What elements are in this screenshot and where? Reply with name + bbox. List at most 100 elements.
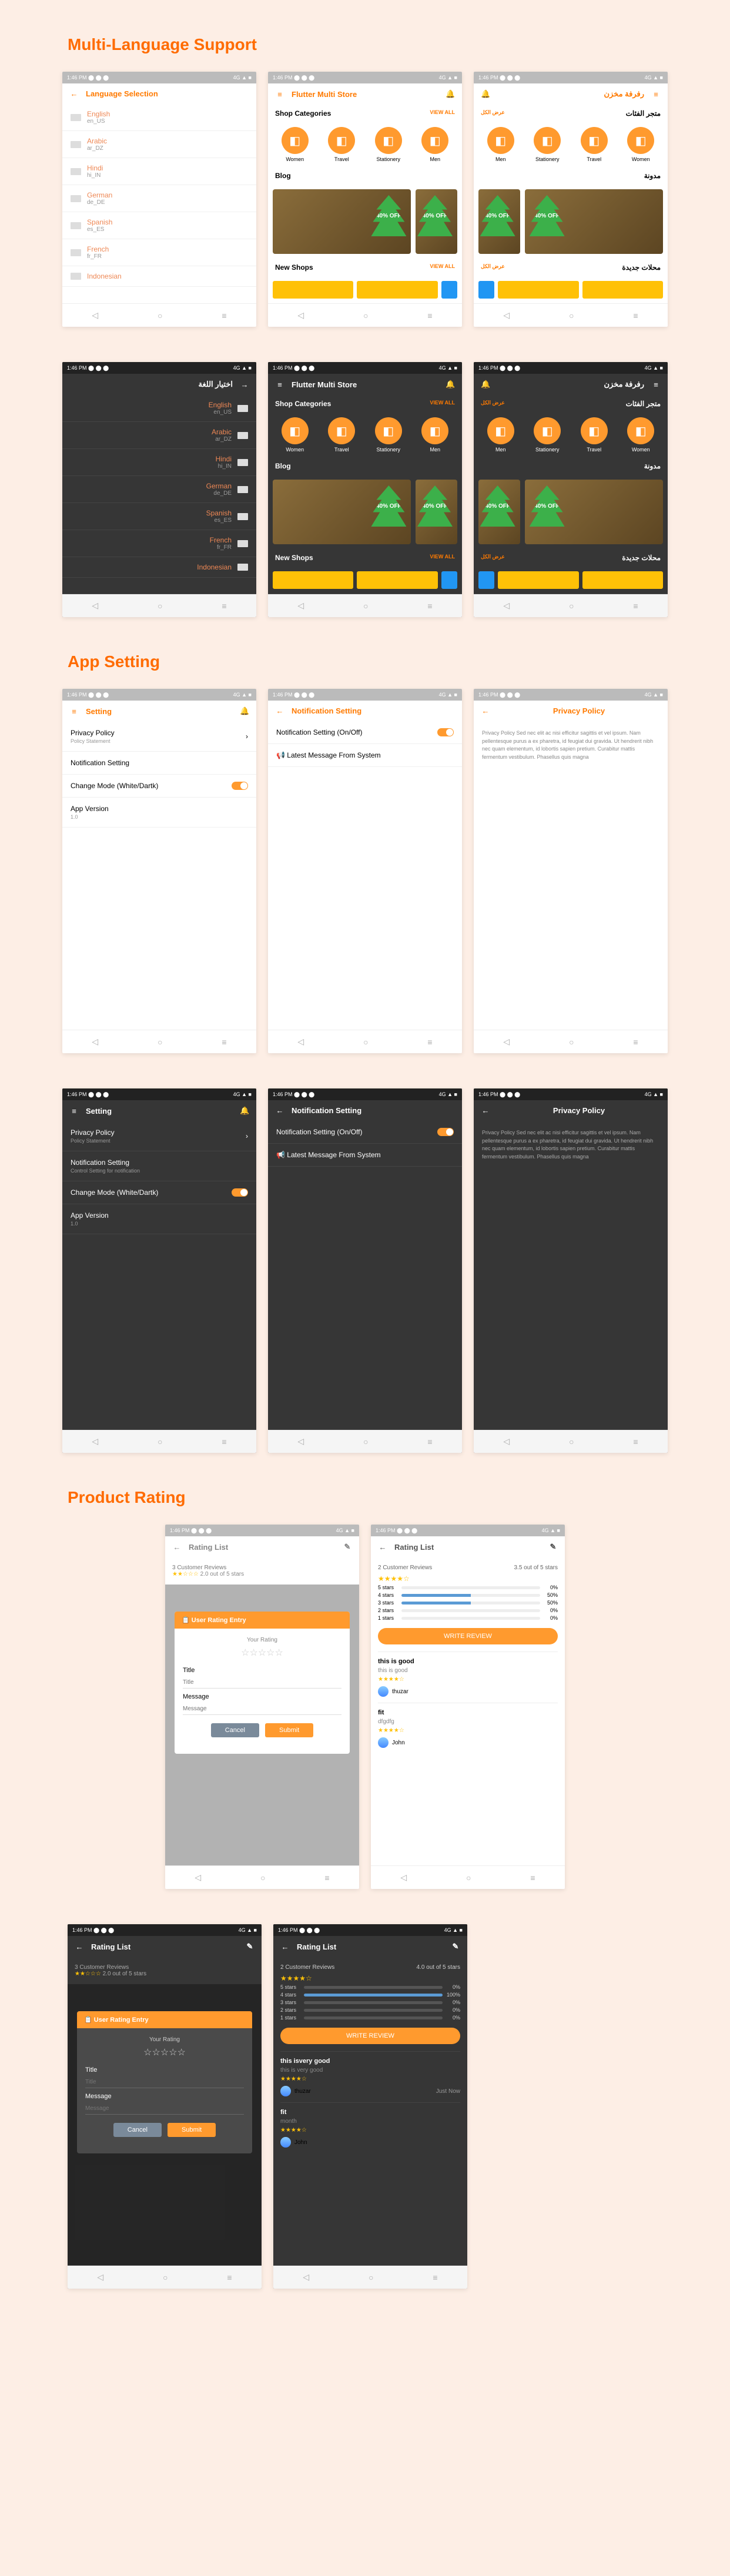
- review-item: fitdfgdfg★★★★☆John: [378, 1703, 558, 1754]
- phone-rating-list-light: 1:46 PM ⬤ ⬤ ⬤4G ▲ ■ ←Rating List✎ 2 Cust…: [371, 1525, 565, 1889]
- category-icon: ◧: [375, 417, 402, 444]
- lang-item[interactable]: Arabicar_DZ: [62, 131, 256, 158]
- category-item[interactable]: ◧Women: [627, 417, 654, 453]
- lang-item[interactable]: Hindihi_IN: [62, 449, 256, 476]
- lang-item[interactable]: Spanishes_ES: [62, 212, 256, 239]
- nav-menu[interactable]: ≡: [222, 311, 226, 320]
- nav-back[interactable]: ◁: [92, 310, 98, 320]
- phone-rating-dialog-light: 1:46 PM ⬤ ⬤ ⬤4G ▲ ■ ←Rating List✎ 3 Cust…: [165, 1525, 359, 1889]
- menu-icon[interactable]: ≡: [651, 90, 661, 99]
- category-item[interactable]: ◧Stationery: [534, 127, 561, 162]
- flag-icon: [237, 540, 248, 547]
- category-item[interactable]: ◧Women: [282, 127, 309, 162]
- lang-item[interactable]: Indonesian: [62, 557, 256, 578]
- lang-list: Englishen_USArabicar_DZHindihi_INGermand…: [62, 104, 256, 287]
- avatar: [280, 2137, 291, 2148]
- lang-item[interactable]: Frenchfr_FR: [62, 530, 256, 557]
- category-item[interactable]: ◧Men: [487, 417, 514, 453]
- category-icon: ◧: [581, 127, 608, 154]
- phone-store-dark-rtl: 1:46 PM ⬤ ⬤ ⬤4G ▲ ■ ≡رفرفة مخزن🔔 متجر ال…: [474, 362, 668, 617]
- bell-icon[interactable]: 🔔: [446, 89, 455, 99]
- lang-item[interactable]: Germande_DE: [62, 185, 256, 212]
- avatar: [280, 2086, 291, 2096]
- category-icon: ◧: [487, 127, 514, 154]
- phone-store-dark: 1:46 PM ⬤ ⬤ ⬤4G ▲ ■ ≡Flutter Multi Store…: [268, 362, 462, 617]
- category-item[interactable]: ◧Women: [627, 127, 654, 162]
- privacy-item[interactable]: Privacy PolicyPolicy Statement›: [62, 722, 256, 752]
- rating-bar-row: 5 stars0%: [280, 1984, 460, 1990]
- lang-item[interactable]: Spanishes_ES: [62, 503, 256, 530]
- avg-rating: 3.5 out of 5 stars: [514, 1565, 558, 1571]
- flag-icon: [71, 114, 81, 121]
- lang-item[interactable]: Germande_DE: [62, 476, 256, 503]
- category-icon: ◧: [328, 417, 355, 444]
- phone-store-light: 1:46 PM ⬤ ⬤ ⬤4G ▲ ■ ≡Flutter Multi Store…: [268, 72, 462, 327]
- phone-policy-dark: 1:46 PM ⬤ ⬤ ⬤4G ▲ ■ ←Privacy Policy Priv…: [474, 1088, 668, 1453]
- review-item: this isvery goodthis is very good★★★★☆th…: [280, 2051, 460, 2102]
- category-item[interactable]: ◧Men: [421, 417, 448, 453]
- phone-lang-dark-rtl: 1:46 PM ⬤ ⬤ ⬤4G ▲ ■ →اختيار اللغة Englis…: [62, 362, 256, 617]
- bell-icon[interactable]: 🔔: [481, 89, 490, 99]
- back-icon[interactable]: ←: [481, 706, 490, 715]
- submit-button[interactable]: Submit: [265, 1723, 313, 1737]
- lang-item[interactable]: Hindihi_IN: [62, 158, 256, 185]
- flag-icon: [237, 405, 248, 412]
- category-icon: ◧: [421, 127, 448, 154]
- notif-toggle-item[interactable]: Notification Setting (On/Off): [268, 721, 462, 744]
- phone-lang-light: 1:46 PM ⬤ ⬤ ⬤4G ▲ ■ ←Language Selection …: [62, 72, 256, 327]
- category-item[interactable]: ◧Women: [282, 417, 309, 453]
- edit-icon[interactable]: ✎: [343, 1542, 352, 1552]
- phone-notif-light: 1:46 PM ⬤ ⬤ ⬤4G ▲ ■ ←Notification Settin…: [268, 689, 462, 1053]
- cancel-button[interactable]: Cancel: [211, 1723, 259, 1737]
- mode-toggle[interactable]: [232, 782, 248, 790]
- category-item[interactable]: ◧Men: [421, 127, 448, 162]
- category-icon: ◧: [581, 417, 608, 444]
- view-all-link[interactable]: VIEW ALL: [430, 109, 455, 118]
- chevron-right-icon: ›: [246, 732, 248, 741]
- category-item[interactable]: ◧Travel: [581, 417, 608, 453]
- category-item[interactable]: ◧Stationery: [375, 127, 402, 162]
- rating-bar-row: 1 stars0%: [280, 2015, 460, 2021]
- navbar: ◁ ○ ≡: [62, 303, 256, 327]
- section-title: Multi-Language Support: [68, 35, 718, 54]
- category-item[interactable]: ◧Stationery: [375, 417, 402, 453]
- back-icon[interactable]: ←: [275, 706, 284, 715]
- lang-item[interactable]: Englishen_US: [62, 395, 256, 422]
- phone-notif-dark: 1:46 PM ⬤ ⬤ ⬤4G ▲ ■ ←Notification Settin…: [268, 1088, 462, 1453]
- category-item[interactable]: ◧Travel: [328, 127, 355, 162]
- phone-policy-light: 1:46 PM ⬤ ⬤ ⬤4G ▲ ■ ←Privacy Policy Priv…: [474, 689, 668, 1053]
- category-item[interactable]: ◧Travel: [328, 417, 355, 453]
- write-review-button[interactable]: WRITE REVIEW: [378, 1628, 558, 1644]
- category-icon: ◧: [534, 417, 561, 444]
- lang-item[interactable]: Frenchfr_FR: [62, 239, 256, 266]
- flag-icon: [71, 168, 81, 175]
- mode-item[interactable]: Change Mode (White/Dartk): [62, 775, 256, 798]
- rating-bar-row: 3 stars50%: [378, 1600, 558, 1606]
- notif-item[interactable]: Notification Setting: [62, 752, 256, 775]
- version-item: App Version1.0: [62, 798, 256, 828]
- category-item[interactable]: ◧Stationery: [534, 417, 561, 453]
- phone-setting-dark: 1:46 PM ⬤ ⬤ ⬤4G ▲ ■ ≡Setting🔔 Privacy Po…: [62, 1088, 256, 1453]
- lang-item[interactable]: Englishen_US: [62, 104, 256, 131]
- lang-item[interactable]: Arabicar_DZ: [62, 422, 256, 449]
- title-input[interactable]: [183, 1677, 341, 1689]
- category-icon: ◧: [421, 417, 448, 444]
- flag-icon: [71, 249, 81, 256]
- category-item[interactable]: ◧Men: [487, 127, 514, 162]
- back-icon[interactable]: ←: [69, 89, 79, 98]
- latest-msg-item[interactable]: 📢 Latest Message From System: [268, 744, 462, 767]
- flag-icon: [71, 141, 81, 148]
- star-rating[interactable]: ☆☆☆☆☆: [183, 1643, 341, 1662]
- edit-icon[interactable]: ✎: [548, 1542, 558, 1552]
- menu-icon[interactable]: ≡: [275, 90, 284, 99]
- nav-home[interactable]: ○: [158, 311, 162, 320]
- phone-setting-light: 1:46 PM ⬤ ⬤ ⬤4G ▲ ■ ≡Setting🔔 Privacy Po…: [62, 689, 256, 1053]
- review-count: 2 Customer Reviews: [378, 1565, 432, 1571]
- category-icon: ◧: [487, 417, 514, 444]
- message-input[interactable]: [183, 1703, 341, 1715]
- rating-bar-row: 1 stars0%: [378, 1615, 558, 1621]
- category-item[interactable]: ◧Travel: [581, 127, 608, 162]
- flag-icon: [71, 195, 81, 202]
- back-icon[interactable]: →: [240, 380, 249, 389]
- lang-item[interactable]: Indonesian: [62, 266, 256, 287]
